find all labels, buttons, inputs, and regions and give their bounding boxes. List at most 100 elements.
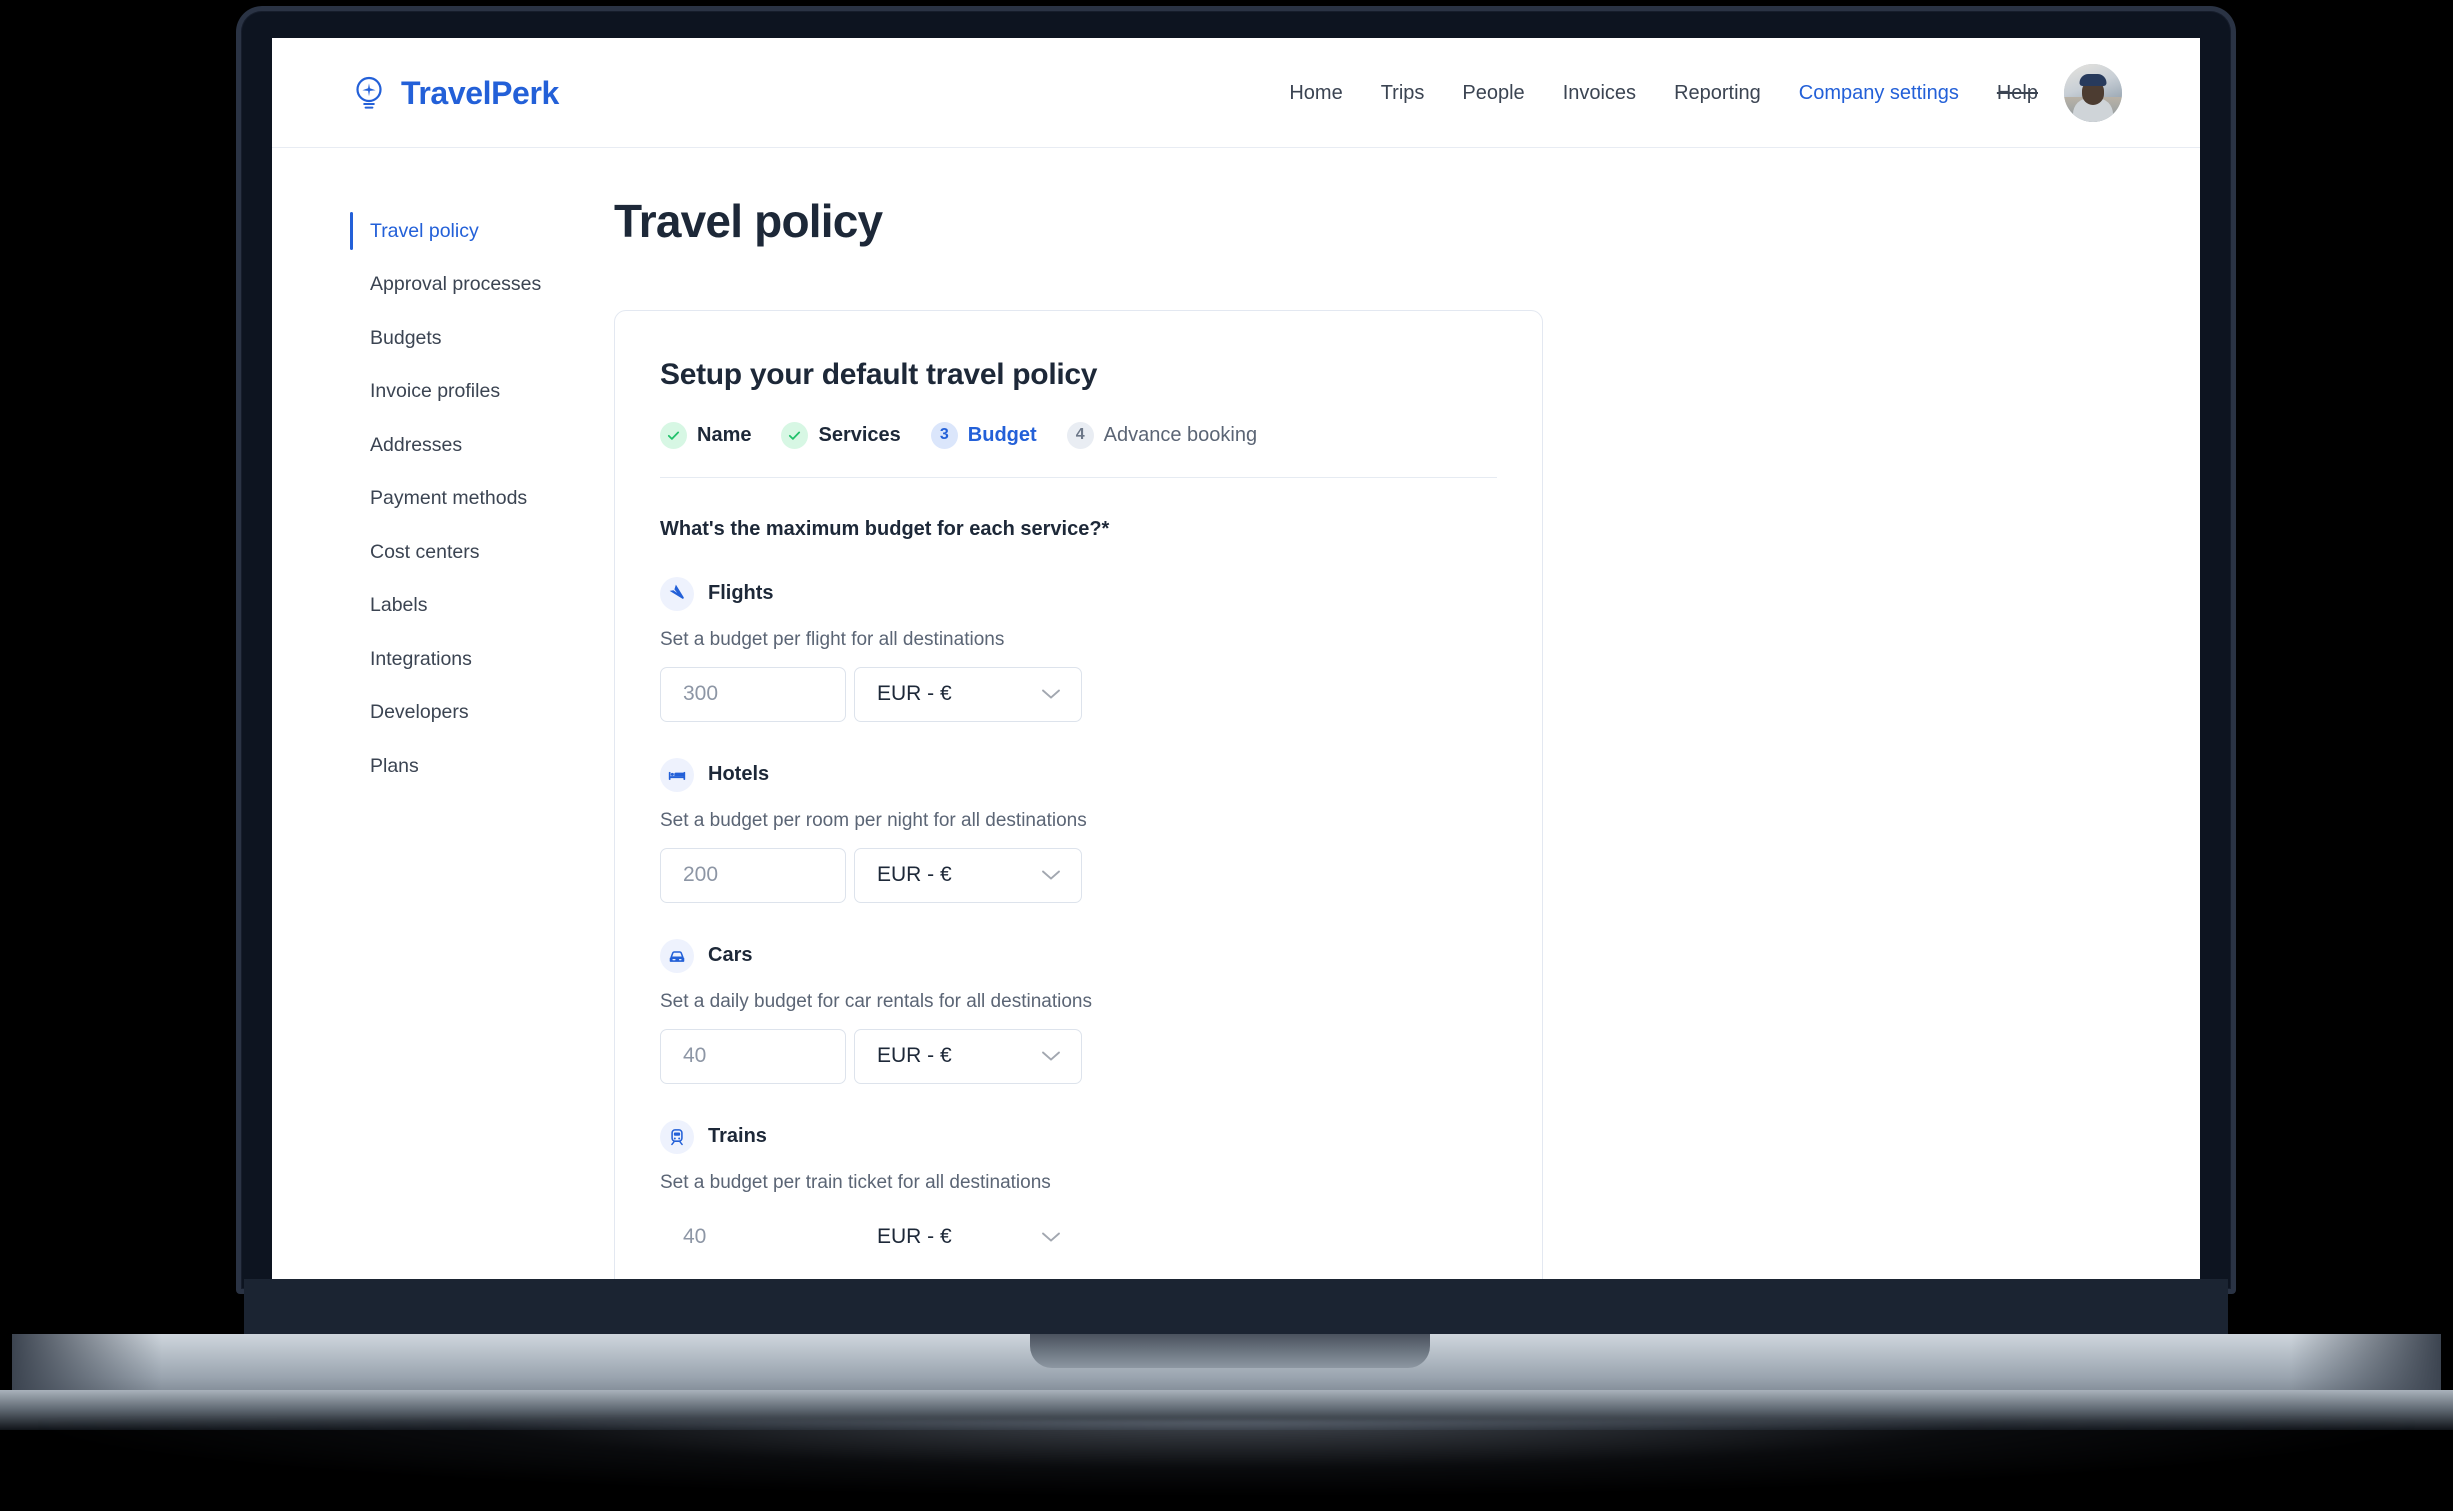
service-description: Set a daily budget for car rentals for a… — [660, 990, 1092, 1012]
sidebar-item-travel-policy[interactable]: Travel policy — [350, 210, 537, 252]
sidebar-item-plans[interactable]: Plans — [350, 745, 537, 787]
sidebar-item-label: Payment methods — [370, 487, 528, 509]
service-name: Flights — [708, 582, 774, 605]
sidebar-item-payment-methods[interactable]: Payment methods — [350, 478, 537, 520]
laptop-bottom-bezel — [244, 1279, 2228, 1341]
service-description: Set a budget per flight for all destinat… — [660, 628, 1005, 650]
setup-stepper: Name Services 3 Budget 4 Advance booking — [660, 421, 1497, 478]
service-block-flights: Flights Set a budget per flight for all … — [660, 576, 1497, 722]
step-label: Advance booking — [1103, 423, 1258, 446]
flights-currency-select[interactable]: EUR - € — [854, 666, 1082, 722]
car-icon — [660, 938, 694, 973]
service-name: Hotels — [708, 763, 770, 786]
sidebar-item-cost-centers[interactable]: Cost centers — [350, 531, 537, 573]
currency-value: EUR - € — [877, 1225, 952, 1249]
service-block-trains: Trains Set a budget per train ticket for… — [660, 1119, 1497, 1265]
step-label: Services — [818, 423, 901, 446]
sidebar-item-label: Invoice profiles — [370, 380, 501, 402]
service-description: Set a budget per room per night for all … — [660, 809, 1087, 831]
lightbulb-airplane-logo-icon — [350, 74, 388, 112]
brand-name: TravelPerk — [401, 74, 559, 111]
chevron-down-icon — [1041, 1050, 1061, 1062]
nav-item-home[interactable]: Home — [1289, 83, 1342, 103]
budget-field-row: 40 EUR - € — [660, 1028, 1497, 1084]
currency-value: EUR - € — [877, 682, 952, 706]
step-label: Name — [697, 423, 752, 446]
sidebar-item-budgets[interactable]: Budgets — [350, 317, 537, 359]
trains-currency-select[interactable]: EUR - € — [854, 1209, 1082, 1265]
sidebar-item-label: Approval processes — [370, 273, 542, 295]
cars-currency-select[interactable]: EUR - € — [854, 1028, 1082, 1084]
step-advance-booking[interactable]: 4 Advance booking — [1066, 421, 1258, 449]
laptop-shadow — [40, 1420, 2413, 1495]
service-name: Trains — [708, 1125, 767, 1148]
flights-amount-input[interactable]: 300 — [660, 666, 846, 722]
sidebar-item-labels[interactable]: Labels — [350, 585, 537, 627]
step-name[interactable]: Name — [660, 421, 752, 449]
step-label: Budget — [967, 423, 1037, 446]
chevron-down-icon — [1041, 869, 1061, 881]
service-header: Cars — [660, 938, 1497, 973]
hotels-amount-input[interactable]: 200 — [660, 847, 846, 903]
sidebar-item-label: Addresses — [370, 433, 463, 456]
budget-question-label: What's the maximum budget for each servi… — [660, 517, 1110, 540]
travel-policy-setup-card: Setup your default travel policy Name Se… — [614, 309, 1543, 1280]
avatar[interactable] — [2064, 63, 2122, 122]
travelperk-app: TravelPerk Home Trips People Invoices Re… — [272, 38, 2200, 1280]
sidebar-item-label: Cost centers — [370, 540, 480, 563]
nav-item-invoices[interactable]: Invoices — [1563, 83, 1636, 103]
sidebar-item-label: Developers — [370, 701, 469, 723]
chevron-down-icon — [1041, 1231, 1061, 1243]
sidebar-item-label: Labels — [370, 594, 428, 616]
chevron-down-icon — [1041, 688, 1061, 700]
check-icon — [660, 421, 687, 449]
currency-value: EUR - € — [877, 863, 952, 887]
step-number-badge: 4 — [1066, 421, 1094, 449]
card-title: Setup your default travel policy — [660, 357, 1098, 391]
step-budget[interactable]: 3 Budget — [930, 421, 1037, 449]
sidebar-item-label: Travel policy — [370, 219, 479, 242]
budget-field-row: 40 EUR - € — [660, 1209, 1497, 1265]
top-navigation-bar: TravelPerk Home Trips People Invoices Re… — [272, 38, 2200, 148]
currency-value: EUR - € — [877, 1044, 952, 1068]
cars-amount-input[interactable]: 40 — [660, 1028, 846, 1084]
trains-amount-input[interactable]: 40 — [660, 1209, 846, 1265]
page-title: Travel policy — [614, 195, 883, 247]
page-body: Travel policy Approval processes Budgets… — [272, 148, 2200, 1280]
sidebar-item-addresses[interactable]: Addresses — [350, 424, 537, 466]
nav-item-reporting[interactable]: Reporting — [1674, 83, 1761, 103]
sidebar-item-label: Budgets — [370, 326, 442, 349]
service-header: Hotels — [660, 757, 1497, 792]
nav-item-help[interactable]: Help — [1997, 83, 2038, 103]
brand-logo[interactable]: TravelPerk — [350, 74, 559, 112]
laptop-screen: TravelPerk Home Trips People Invoices Re… — [272, 38, 2200, 1280]
primary-nav: Home Trips People Invoices Reporting Com… — [1289, 83, 2038, 103]
sidebar-item-approval-processes[interactable]: Approval processes — [350, 264, 541, 306]
check-icon — [781, 421, 809, 449]
service-name: Cars — [708, 944, 753, 967]
step-number-badge: 3 — [930, 421, 958, 449]
service-block-hotels: Hotels Set a budget per room per night f… — [660, 757, 1497, 903]
sidebar-item-integrations[interactable]: Integrations — [350, 638, 537, 680]
hotels-currency-select[interactable]: EUR - € — [854, 847, 1082, 903]
train-icon — [660, 1119, 694, 1154]
main-content: Travel policy Setup your default travel … — [537, 148, 2200, 1280]
service-header: Flights — [660, 576, 1497, 611]
bed-icon — [660, 757, 694, 792]
sidebar-item-label: Integrations — [370, 647, 472, 670]
airplane-icon — [660, 576, 694, 611]
nav-item-trips[interactable]: Trips — [1381, 83, 1425, 103]
sidebar-item-label: Plans — [370, 754, 419, 777]
laptop-mockup: TravelPerk Home Trips People Invoices Re… — [0, 0, 2453, 1511]
service-description: Set a budget per train ticket for all de… — [660, 1171, 1051, 1193]
settings-sidebar: Travel policy Approval processes Budgets… — [272, 148, 541, 1280]
service-block-cars: Cars Set a daily budget for car rentals … — [660, 938, 1497, 1084]
laptop-base-notch — [1030, 1334, 1430, 1368]
sidebar-item-developers[interactable]: Developers — [350, 692, 537, 734]
sidebar-item-invoice-profiles[interactable]: Invoice profiles — [350, 371, 537, 413]
nav-item-people[interactable]: People — [1462, 83, 1524, 103]
nav-item-company-settings[interactable]: Company settings — [1799, 83, 1959, 103]
service-header: Trains — [660, 1119, 1497, 1154]
step-services[interactable]: Services — [781, 421, 901, 449]
avatar-cap — [2079, 73, 2107, 86]
